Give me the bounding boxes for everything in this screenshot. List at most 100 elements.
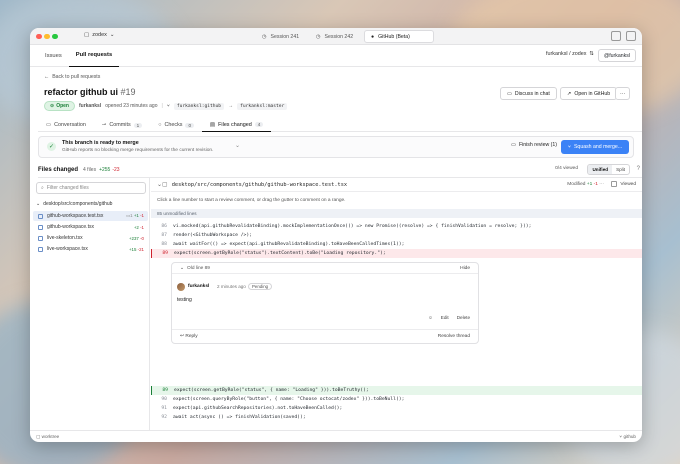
minimize-window-button[interactable]: [44, 33, 50, 40]
sidebar-toggle-icon[interactable]: [611, 31, 621, 41]
tab-files-changed[interactable]: ▤ Files changed 4: [202, 118, 272, 132]
github-status[interactable]: ⑂ github: [619, 434, 636, 439]
diff-file-path: desktop/src/components/github/github-wor…: [171, 181, 348, 188]
file-tree-item[interactable]: github-workspace.tsx +2 -1: [33, 222, 148, 232]
close-window-button[interactable]: [36, 33, 42, 40]
viewed-count: 0/4 viewed: [555, 166, 578, 171]
check-icon: ✓: [47, 142, 56, 151]
file-tree: ⌕ Filter changed files ⌄ desktop/src/com…: [30, 178, 150, 430]
unified-view-button[interactable]: Unified: [588, 165, 613, 174]
pr-number: #19: [120, 87, 136, 97]
files-changed-header: Files changed 4 files +255 -23 0/4 viewe…: [38, 162, 642, 178]
github-icon: ●: [371, 33, 375, 40]
comment-body: testing: [177, 297, 192, 303]
pr-title: refactor github ui #19: [44, 87, 136, 97]
tree-directory[interactable]: ⌄ desktop/src/components/github: [36, 201, 112, 207]
chevron-down-icon[interactable]: ⌄: [235, 142, 240, 149]
file-tree-item[interactable]: live-skeleton.tsx +237 -0: [33, 233, 148, 243]
diff-line-deleted[interactable]: 89 expect(screen.getByRole("status").tex…: [151, 249, 642, 258]
pr-author[interactable]: furkanksl: [79, 103, 101, 109]
edit-comment-button[interactable]: Edit: [441, 315, 449, 320]
user-button[interactable]: @furkanksl: [597, 49, 636, 62]
diff-line-added[interactable]: 89 expect(screen.getByRole("status", { n…: [151, 386, 642, 395]
file-tree-item[interactable]: live-workspace.tsx +15 -21: [33, 244, 148, 254]
merge-subtitle: GitHub reports no blocking merge require…: [62, 148, 214, 153]
panel-toggle-icon[interactable]: [626, 31, 636, 41]
file-icon: ▢: [162, 182, 168, 188]
clock-icon: ◷: [316, 33, 321, 40]
tab-commits[interactable]: ⊸ Commits 1: [94, 118, 150, 132]
pr-tabs: ▭ Conversation ⊸ Commits 1 ○ Checks 0 ▤ …: [38, 118, 642, 132]
merge-title: This branch is ready to merge: [62, 140, 139, 146]
back-to-prs-link[interactable]: ← Back to pull requests: [44, 74, 100, 80]
squash-merge-button[interactable]: ⑂ Squash and merge...: [561, 140, 629, 154]
diff-view-toggle: Unified Split: [587, 164, 630, 175]
tab-session-241[interactable]: ◷ Session 241: [256, 30, 305, 43]
chevron-down-icon[interactable]: ⌄: [180, 266, 184, 271]
diff-line[interactable]: 90 expect(screen.queryByRole("button", {…: [151, 395, 642, 404]
tab-session-242[interactable]: ◷ Session 242: [310, 30, 359, 43]
chevron-down-icon: ⌄: [109, 32, 115, 38]
branch-icon: ⑂: [166, 103, 170, 109]
folder-icon: ▢: [84, 32, 90, 38]
more-actions-button[interactable]: ···: [615, 87, 631, 100]
merge-icon: ⑂: [567, 144, 571, 150]
diff-line[interactable]: 86 vi.mocked(api.githubRevalidateBinding…: [151, 222, 642, 231]
filter-files-input[interactable]: ⌕ Filter changed files: [36, 182, 146, 194]
clock-icon: ◷: [262, 33, 267, 40]
viewed-checkbox[interactable]: Viewed: [611, 181, 636, 187]
head-branch: furkanksl:github: [173, 102, 225, 110]
arrow-right-icon: →: [228, 103, 234, 109]
pr-meta: ⊙ Open furkanksl opened 23 minutes ago |…: [44, 101, 288, 111]
review-icon: ▭: [511, 142, 516, 148]
status-badge: ⊙ Open: [44, 101, 75, 111]
status-bar: ▢ worktree ⑂ github: [30, 430, 642, 442]
diff-line[interactable]: 91 expect(api.githubSearchRepositories).…: [151, 404, 642, 413]
open-in-github-button[interactable]: ↗ Open in GitHub: [560, 87, 618, 100]
thread-line-ref: Old line 89: [187, 265, 210, 271]
comment-count-icon: ▭1: [126, 213, 134, 218]
repo-selector[interactable]: furkanksl / zodex ⇅: [546, 51, 594, 57]
chevron-down-icon: ⌄: [36, 201, 41, 207]
comment-icon: ▭: [46, 122, 52, 128]
checkbox-icon: [611, 181, 618, 187]
comment-author[interactable]: furkanksl: [188, 284, 209, 289]
diff-line[interactable]: 92 await act(async () => finishValidatio…: [151, 413, 642, 422]
commit-icon: ⊸: [101, 122, 107, 128]
file-tree-item[interactable]: github-workspace.test.tsx ▭1 +1 -1: [33, 211, 148, 221]
maximize-window-button[interactable]: [52, 33, 58, 40]
avatar: [177, 283, 185, 291]
arrow-left-icon: ←: [44, 74, 50, 80]
check-circle-icon: ○: [158, 122, 162, 128]
help-icon[interactable]: ?: [637, 166, 640, 172]
delete-comment-button[interactable]: Delete: [457, 315, 470, 320]
diff-file-header: ⌄ ▢ desktop/src/components/github/github…: [151, 178, 642, 192]
split-view-button[interactable]: Split: [612, 165, 629, 174]
tab-github[interactable]: ● GitHub (Beta): [364, 30, 434, 43]
base-branch: furkanksl:master: [237, 102, 288, 110]
tab-issues[interactable]: Issues: [38, 45, 69, 67]
workspace-selector[interactable]: ▢ zodex ⌄: [84, 32, 115, 38]
file-icon: [38, 235, 43, 241]
workspace-name: zodex: [92, 32, 107, 38]
tab-conversation[interactable]: ▭ Conversation: [38, 118, 94, 132]
tab-checks[interactable]: ○ Checks 0: [150, 118, 202, 132]
chat-icon: ▭: [507, 90, 512, 97]
expand-unmodified-lines[interactable]: 85 unmodified lines: [151, 209, 642, 218]
diff-line[interactable]: 88 await waitFor(() => expect(api.github…: [151, 240, 642, 249]
diff-line[interactable]: 87 render(<GithubWorkspace />);: [151, 231, 642, 240]
file-diff-icon: ▤: [210, 121, 216, 128]
discuss-in-chat-button[interactable]: ▭ Discuss in chat: [500, 87, 557, 100]
pr-open-icon: ⊙: [50, 103, 55, 109]
worktree-status[interactable]: ▢ worktree: [36, 434, 59, 440]
tab-pull-requests[interactable]: Pull requests: [68, 45, 120, 67]
finish-review-button[interactable]: ▭ Finish review (1): [511, 142, 557, 148]
emoji-icon[interactable]: ☺: [428, 315, 433, 320]
swap-icon: ⇅: [589, 51, 594, 57]
repo-subnav: Issues Pull requests furkanksl / zodex ⇅…: [30, 45, 642, 67]
diff-panel: ⌄ ▢ desktop/src/components/github/github…: [151, 178, 642, 430]
resolve-thread-button[interactable]: Resolve thread: [438, 334, 470, 339]
file-icon: [38, 224, 43, 230]
hide-thread-button[interactable]: Hide: [460, 266, 470, 271]
reply-button[interactable]: ↩ Reply: [180, 334, 198, 339]
